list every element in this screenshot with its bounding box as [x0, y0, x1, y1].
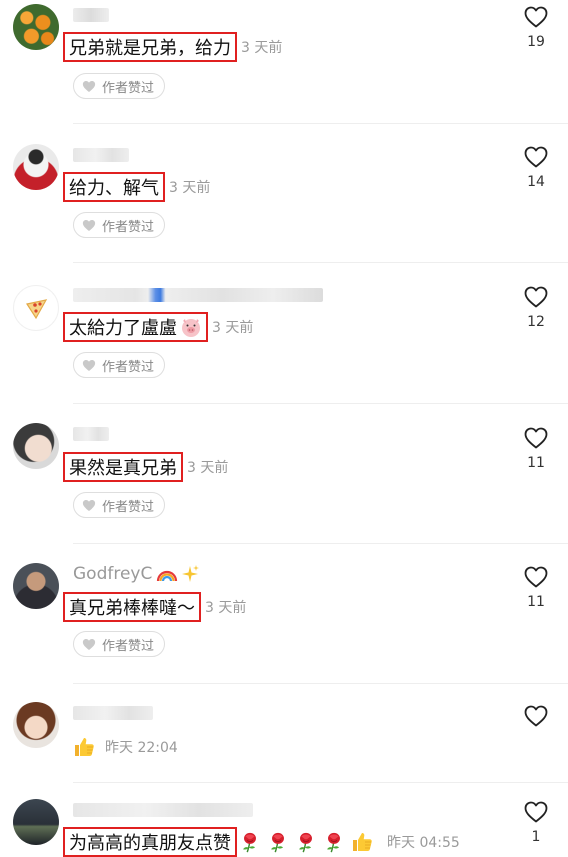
comment-text: 兄弟就是兄弟，给力 — [69, 38, 231, 59]
heart-icon[interactable] — [524, 146, 548, 168]
like-control[interactable]: 11 — [516, 566, 556, 610]
comment-time: 昨天 22:04 — [105, 740, 178, 756]
divider — [73, 782, 568, 783]
author-liked-label: 作者赞过 — [102, 359, 155, 375]
username[interactable] — [73, 702, 153, 724]
comment-highlight-box: 为高高的真朋友点赞 — [63, 827, 237, 857]
divider — [73, 403, 568, 404]
like-control[interactable]: 1 — [516, 801, 556, 845]
author-liked-label: 作者赞过 — [102, 219, 155, 235]
comment-time: 3 天前 — [205, 600, 247, 616]
thumbs-up-icon — [351, 830, 375, 854]
heart-icon — [82, 499, 96, 512]
heart-icon — [82, 359, 96, 372]
comment-text: 太給力了盧盧 — [69, 318, 177, 339]
username[interactable] — [73, 799, 253, 821]
username[interactable] — [73, 4, 109, 26]
comment-text: 给力、解气 — [69, 178, 159, 199]
avatar[interactable] — [13, 285, 59, 331]
author-liked-label: 作者赞过 — [102, 638, 155, 654]
comment-time: 3 天前 — [212, 320, 254, 336]
author-liked-badge: 作者赞过 — [73, 212, 166, 238]
pig-emoji-icon — [182, 319, 200, 337]
sparkles-icon — [182, 565, 200, 582]
heart-icon[interactable] — [524, 566, 548, 588]
author-liked-badge: 作者赞过 — [73, 492, 166, 518]
username-blurred — [73, 803, 253, 817]
avatar[interactable] — [13, 144, 59, 190]
pizza-icon — [26, 299, 48, 320]
comment-highlight-box: 太給力了盧盧 — [63, 312, 208, 342]
like-count: 12 — [527, 314, 545, 330]
comment-content: 兄弟就是兄弟，给力 3 天前 — [63, 32, 292, 62]
heart-icon[interactable] — [524, 801, 548, 823]
username-blurred — [73, 148, 129, 162]
username[interactable]: GodfreyC — [73, 563, 200, 585]
author-liked-badge: 作者赞过 — [73, 73, 166, 99]
heart-icon[interactable] — [524, 286, 548, 308]
username-blurred — [73, 427, 109, 441]
username[interactable] — [73, 423, 109, 445]
avatar[interactable] — [13, 563, 59, 609]
author-liked-badge: 作者赞过 — [73, 352, 166, 378]
avatar[interactable] — [13, 423, 59, 469]
like-control[interactable] — [516, 705, 556, 727]
comment-content: 真兄弟棒棒噠～ 3 天前 — [63, 592, 256, 622]
comment-text: 为高高的真朋友点赞 — [69, 833, 231, 854]
like-control[interactable]: 19 — [516, 6, 556, 50]
like-control[interactable]: 14 — [516, 146, 556, 190]
rose-icon — [295, 831, 317, 853]
avatar[interactable] — [13, 4, 59, 50]
comment-content: 果然是真兄弟 3 天前 — [63, 452, 238, 482]
comment-time: 3 天前 — [241, 40, 283, 56]
rainbow-emoji-icon — [157, 570, 178, 582]
heart-icon — [82, 219, 96, 232]
heart-icon[interactable] — [524, 6, 548, 28]
divider — [73, 123, 568, 124]
author-liked-badge: 作者赞过 — [73, 631, 166, 657]
like-count: 14 — [527, 174, 545, 190]
username[interactable] — [73, 284, 323, 306]
comment-highlight-box: 兄弟就是兄弟，给力 — [63, 32, 237, 62]
username[interactable] — [73, 144, 129, 166]
like-count: 1 — [531, 829, 541, 845]
comment-content: 太給力了盧盧 3 天前 — [63, 312, 263, 342]
heart-icon — [82, 638, 96, 651]
rose-icon — [323, 831, 345, 853]
like-count: 11 — [527, 455, 545, 471]
comment-content: 昨天 22:04 — [73, 732, 178, 762]
comment-time: 3 天前 — [169, 180, 211, 196]
divider — [73, 543, 568, 544]
avatar[interactable] — [13, 799, 59, 845]
comment-highlight-box: 真兄弟棒棒噠～ — [63, 592, 201, 622]
divider — [73, 262, 568, 263]
comment-time: 3 天前 — [187, 460, 229, 476]
author-liked-label: 作者赞过 — [102, 499, 155, 515]
rose-icon — [239, 831, 261, 853]
comment-content: 给力、解气 3 天前 — [63, 172, 220, 202]
like-count: 11 — [527, 594, 545, 610]
heart-icon — [82, 80, 96, 93]
heart-icon[interactable] — [524, 705, 548, 727]
author-liked-label: 作者赞过 — [102, 80, 155, 96]
thumbs-up-icon — [73, 735, 97, 759]
comment-text: 真兄弟棒棒噠～ — [69, 598, 195, 619]
username-blurred — [73, 288, 323, 302]
comment-highlight-box: 果然是真兄弟 — [63, 452, 183, 482]
comment-content: 为高高的真朋友点赞 昨天 04:55 — [63, 827, 470, 857]
username-blurred — [73, 8, 109, 22]
like-control[interactable]: 11 — [516, 427, 556, 471]
divider — [73, 683, 568, 684]
username-text: GodfreyC — [73, 564, 153, 584]
like-control[interactable]: 12 — [516, 286, 556, 330]
comment-highlight-box: 给力、解气 — [63, 172, 165, 202]
comment-time: 昨天 04:55 — [387, 835, 460, 851]
avatar[interactable] — [13, 702, 59, 748]
heart-icon[interactable] — [524, 427, 548, 449]
username-blurred — [73, 706, 153, 720]
like-count: 19 — [527, 34, 545, 50]
rose-icon — [267, 831, 289, 853]
comment-text: 果然是真兄弟 — [69, 458, 177, 479]
